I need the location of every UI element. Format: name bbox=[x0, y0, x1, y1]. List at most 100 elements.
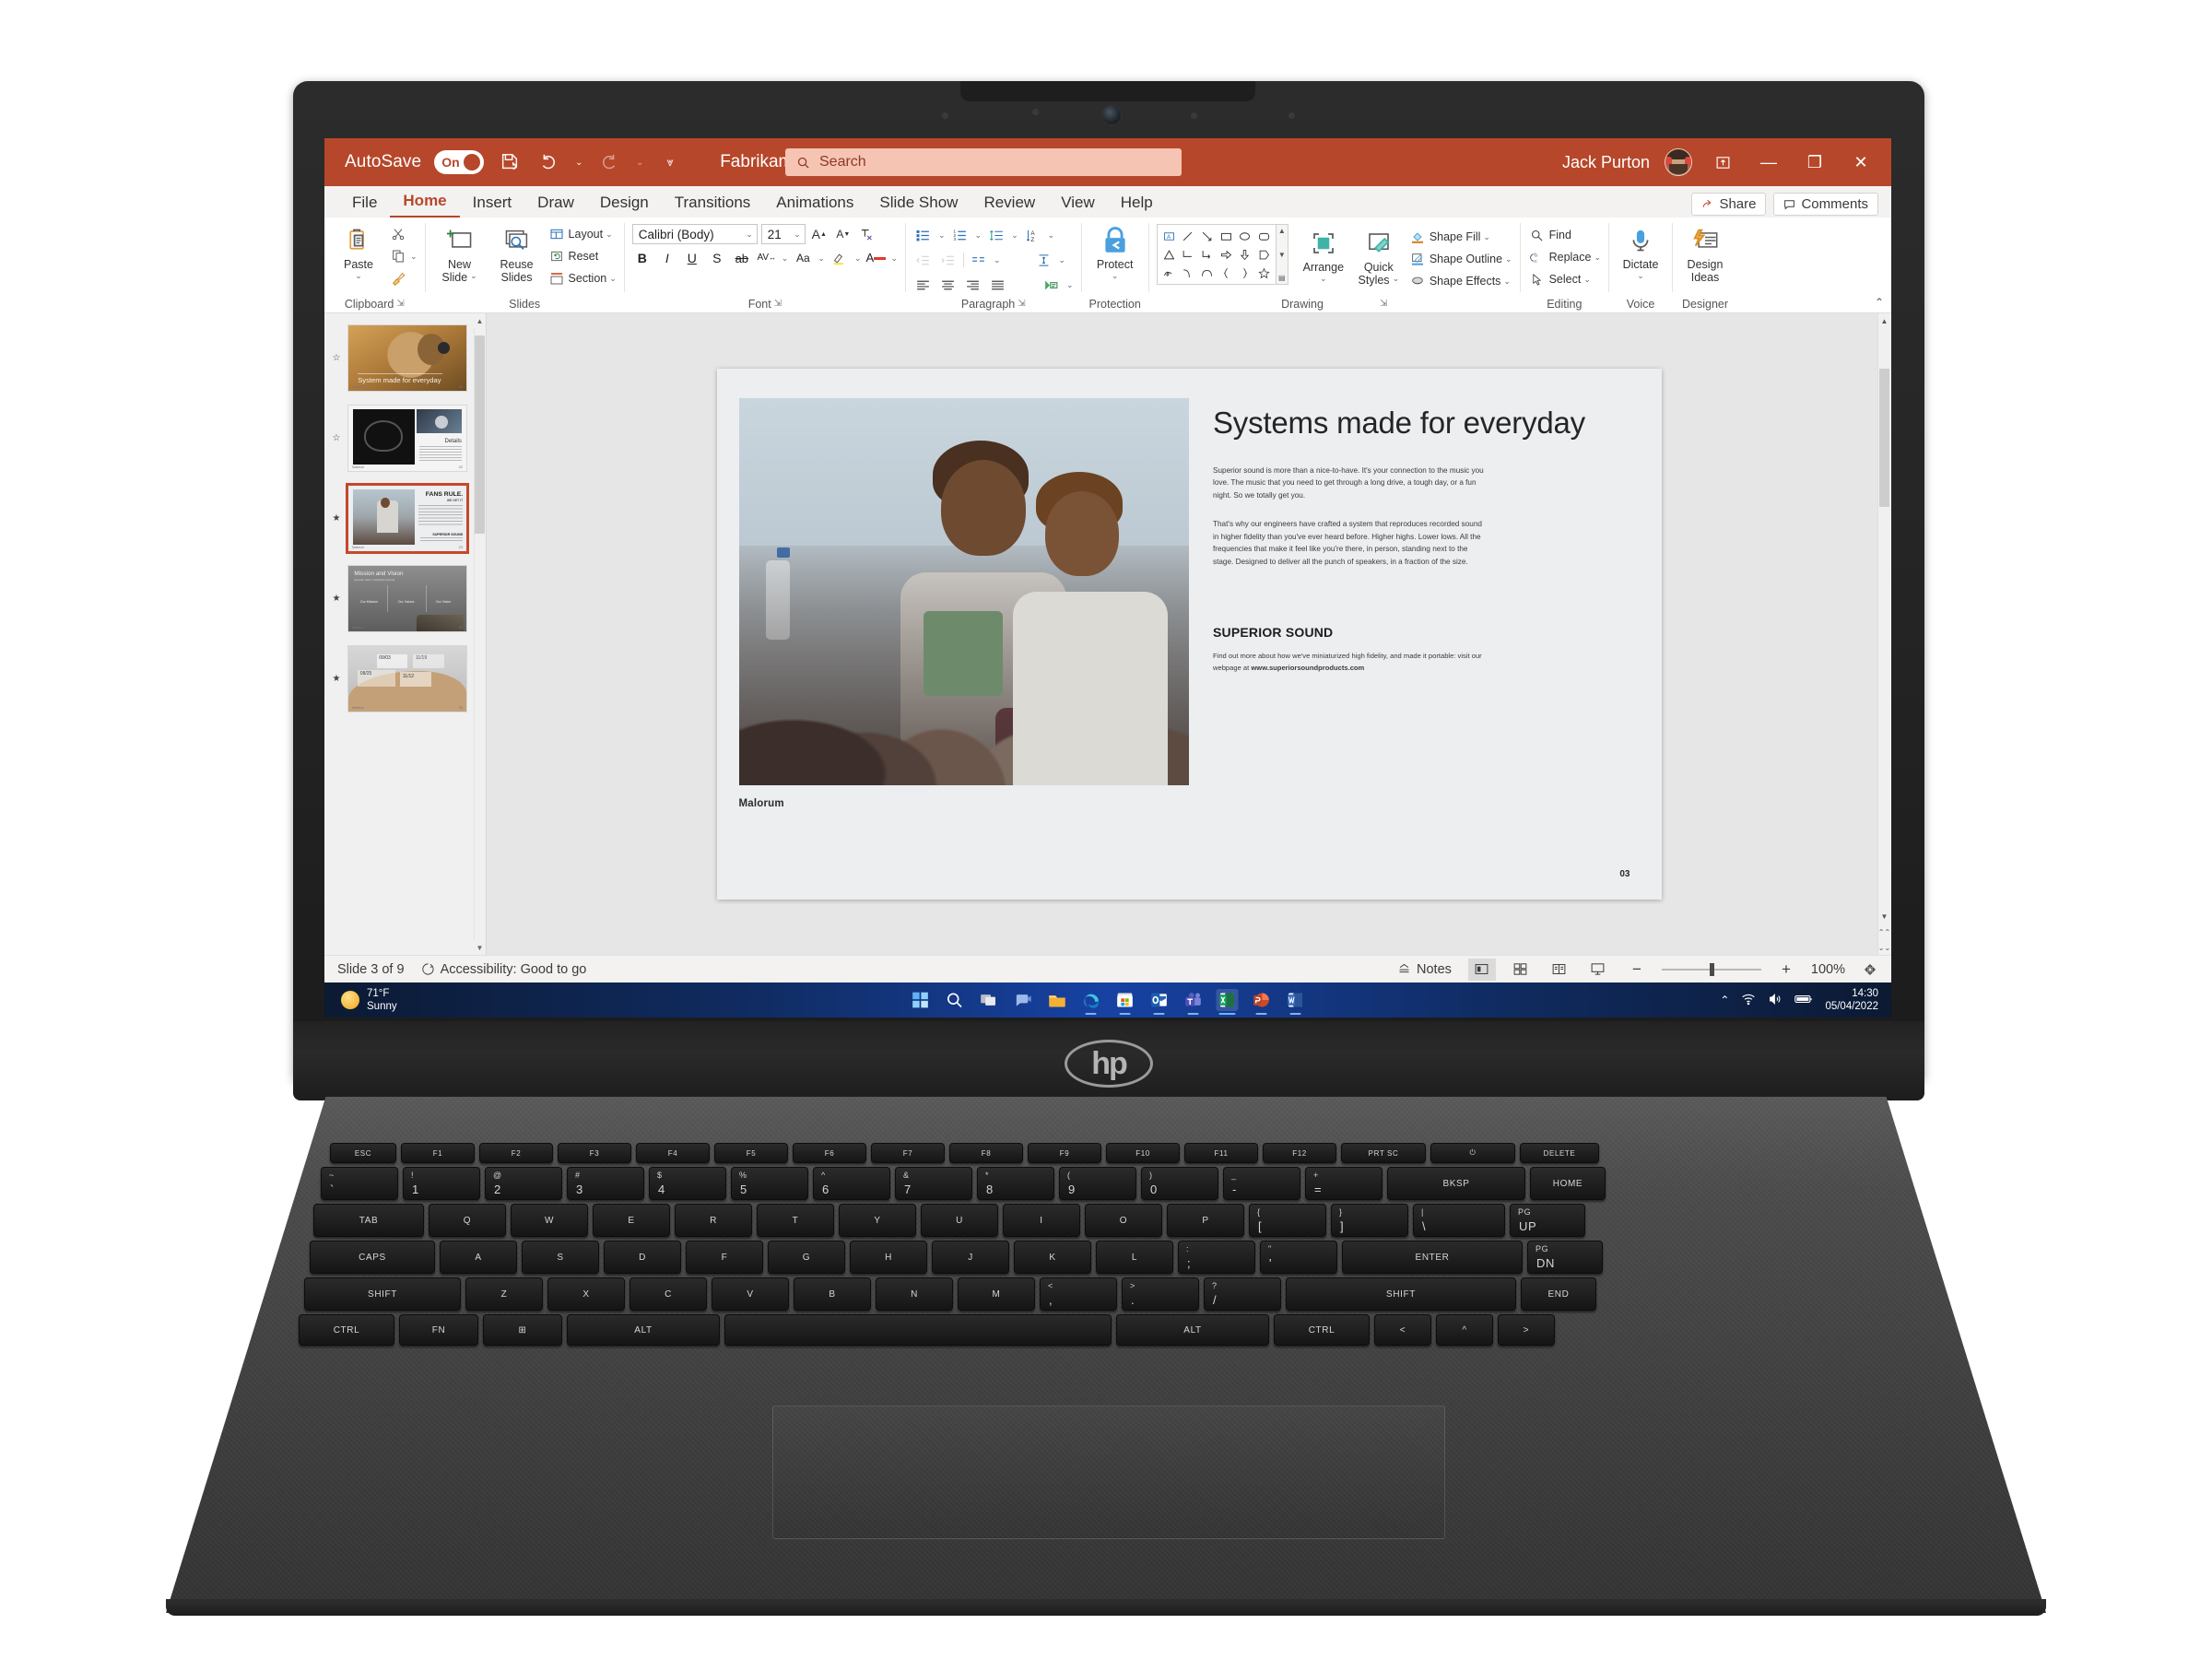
trackpad[interactable] bbox=[772, 1406, 1445, 1539]
key-2-2[interactable]: @2 bbox=[485, 1167, 562, 1200]
shapes-gallery-scrollbar[interactable]: ▲ ▼ ▤ bbox=[1276, 224, 1288, 285]
key-d-3[interactable]: D bbox=[604, 1241, 681, 1274]
collapse-ribbon-icon[interactable]: ⌃ bbox=[1875, 296, 1884, 309]
key-f5-5[interactable]: F5 bbox=[714, 1143, 788, 1163]
shape-down-arrow-icon[interactable] bbox=[1235, 245, 1254, 264]
convert-to-smartart-icon[interactable] bbox=[1041, 275, 1062, 295]
tab-design[interactable]: Design bbox=[587, 191, 662, 218]
normal-view-button[interactable] bbox=[1467, 958, 1496, 981]
outlook-icon[interactable] bbox=[1148, 989, 1171, 1015]
zoom-level[interactable]: 100% bbox=[1811, 962, 1845, 977]
tab-help[interactable]: Help bbox=[1108, 191, 1166, 218]
increase-indent-icon[interactable] bbox=[938, 250, 959, 270]
key-0-10[interactable]: ) 0 bbox=[1141, 1167, 1218, 1200]
show-hidden-icons-button[interactable]: ⌃ bbox=[1720, 994, 1729, 1006]
key-n-6[interactable]: N bbox=[876, 1277, 953, 1311]
redo-icon[interactable] bbox=[596, 149, 622, 175]
key-g-5[interactable]: G bbox=[768, 1241, 845, 1274]
shape-elbow-arrow-icon[interactable] bbox=[1197, 245, 1217, 264]
character-spacing-chevron-icon[interactable]: ⌄ bbox=[782, 253, 789, 264]
new-slide-chevron-icon[interactable]: ⌄ bbox=[470, 271, 477, 284]
undo-dropdown-icon[interactable]: ⌄ bbox=[574, 149, 583, 175]
font-color-chevron-icon[interactable]: ⌄ bbox=[890, 253, 898, 264]
key-pgup-14[interactable]: PG UP bbox=[1510, 1204, 1585, 1237]
slide-paragraph-1[interactable]: Superior sound is more than a nice-to-ha… bbox=[1213, 465, 1489, 502]
shape-rectangle-icon[interactable] bbox=[1217, 227, 1236, 245]
arrange-button[interactable]: Arrange ⌄ bbox=[1298, 224, 1349, 284]
thumb-scroll-thumb[interactable] bbox=[475, 335, 485, 534]
key-f6-6[interactable]: F6 bbox=[793, 1143, 866, 1163]
shape-star-icon[interactable] bbox=[1254, 264, 1274, 282]
key-caps-0[interactable]: CAPS bbox=[310, 1241, 435, 1274]
key-end-12[interactable]: END bbox=[1521, 1277, 1596, 1311]
new-slide-button[interactable]: New Slide ⌄ bbox=[433, 221, 487, 285]
zoom-out-button[interactable]: − bbox=[1623, 959, 1651, 981]
key-x-2[interactable]: X bbox=[547, 1277, 625, 1311]
key-a-1[interactable]: A bbox=[440, 1241, 517, 1274]
shape-effects-chevron-icon[interactable]: ⌄ bbox=[1503, 276, 1511, 287]
key-8-8[interactable]: * 8 bbox=[977, 1167, 1054, 1200]
key-shift-0[interactable]: SHIFT bbox=[304, 1277, 461, 1311]
align-left-icon[interactable] bbox=[913, 275, 934, 295]
arrange-chevron-icon[interactable]: ⌄ bbox=[1320, 274, 1327, 283]
key-v-4[interactable]: V bbox=[712, 1277, 789, 1311]
shape-arc-icon[interactable] bbox=[1197, 264, 1217, 282]
key-alt-3[interactable]: ALT bbox=[567, 1314, 720, 1346]
key-h-6[interactable]: H bbox=[850, 1241, 927, 1274]
accessibility-status[interactable]: Accessibility: Good to go bbox=[421, 962, 586, 977]
text-shadow-button[interactable]: S bbox=[707, 248, 727, 268]
zoom-slider[interactable] bbox=[1661, 962, 1761, 976]
fit-to-window-button[interactable] bbox=[1856, 959, 1884, 981]
key-9-9[interactable]: (9 bbox=[1059, 1167, 1136, 1200]
section-button[interactable]: Section ⌄ bbox=[547, 268, 617, 288]
key-f9-9[interactable]: F9 bbox=[1028, 1143, 1101, 1163]
key--8[interactable]: ^ bbox=[1436, 1314, 1493, 1346]
zoom-in-button[interactable]: + bbox=[1772, 959, 1800, 981]
key--0[interactable]: ~ ` bbox=[321, 1167, 398, 1200]
key-enter-12[interactable]: ENTER bbox=[1342, 1241, 1523, 1274]
key-1-1[interactable]: ! 1 bbox=[403, 1167, 480, 1200]
key-s-2[interactable]: S bbox=[522, 1241, 599, 1274]
key-m-7[interactable]: M bbox=[958, 1277, 1035, 1311]
quick-styles-chevron-icon[interactable]: ⌄ bbox=[1393, 274, 1400, 287]
customize-qat-icon[interactable]: ⩔ bbox=[657, 149, 683, 175]
shapes-gallery[interactable]: A bbox=[1156, 224, 1277, 285]
shape-outline-button[interactable]: Shape Outline ⌄ bbox=[1408, 249, 1512, 269]
slide-paragraph-2[interactable]: That's why our engineers have crafted a … bbox=[1213, 518, 1489, 568]
thumbnail-row-5[interactable]: ★ 08/25 09/03 11/19 11/12 Malorum 05 bbox=[324, 645, 486, 712]
minimize-button[interactable]: — bbox=[1753, 138, 1784, 186]
slide-thumbnail-5[interactable]: 08/25 09/03 11/19 11/12 Malorum 05 bbox=[347, 645, 467, 712]
drawing-dialog-launcher[interactable]: ⇲ bbox=[1380, 299, 1387, 309]
key-f11-11[interactable]: F11 bbox=[1184, 1143, 1258, 1163]
paste-chevron-icon[interactable]: ⌄ bbox=[355, 271, 362, 280]
protect-chevron-icon[interactable]: ⌄ bbox=[1112, 271, 1119, 280]
line-spacing-icon[interactable] bbox=[986, 225, 1006, 245]
tab-transitions[interactable]: Transitions bbox=[662, 191, 764, 218]
smartart-chevron-icon[interactable]: ⌄ bbox=[1066, 280, 1074, 290]
key-6-6[interactable]: ^ 6 bbox=[813, 1167, 890, 1200]
tab-review[interactable]: Review bbox=[971, 191, 1048, 218]
key-f1-1[interactable]: F1 bbox=[401, 1143, 475, 1163]
key-delete-15[interactable]: DELETE bbox=[1520, 1143, 1599, 1163]
replace-button[interactable]: bc Replace ⌄ bbox=[1528, 247, 1601, 267]
key--13[interactable]: | \ bbox=[1413, 1204, 1505, 1237]
font-color-icon[interactable]: A bbox=[865, 248, 887, 268]
key--12[interactable]: + = bbox=[1305, 1167, 1382, 1200]
canvas-scroll-thumb[interactable] bbox=[1879, 369, 1889, 507]
key-y-6[interactable]: Y bbox=[839, 1204, 916, 1237]
key--11[interactable]: {[ bbox=[1249, 1204, 1326, 1237]
copy-button[interactable]: ⌄ bbox=[389, 246, 418, 266]
tab-insert[interactable]: Insert bbox=[460, 191, 525, 218]
reading-view-button[interactable] bbox=[1546, 959, 1573, 981]
thumbnail-row-4[interactable]: ★ Mission and Vision Aenean tortor ut bl… bbox=[324, 565, 486, 632]
slide-footer[interactable]: Find out more about how we've miniaturiz… bbox=[1213, 651, 1494, 675]
autosave-toggle[interactable]: On bbox=[434, 150, 485, 174]
replace-chevron-icon[interactable]: ⌄ bbox=[1594, 253, 1601, 263]
task-view-icon[interactable] bbox=[978, 989, 1000, 1011]
text-direction-icon[interactable]: AZ bbox=[1023, 225, 1043, 245]
tab-file[interactable]: File bbox=[339, 191, 390, 218]
avatar[interactable] bbox=[1665, 148, 1692, 176]
section-chevron-icon[interactable]: ⌄ bbox=[609, 274, 617, 284]
copy-chevron-icon[interactable]: ⌄ bbox=[410, 252, 418, 262]
key-f12-12[interactable]: F12 bbox=[1263, 1143, 1336, 1163]
